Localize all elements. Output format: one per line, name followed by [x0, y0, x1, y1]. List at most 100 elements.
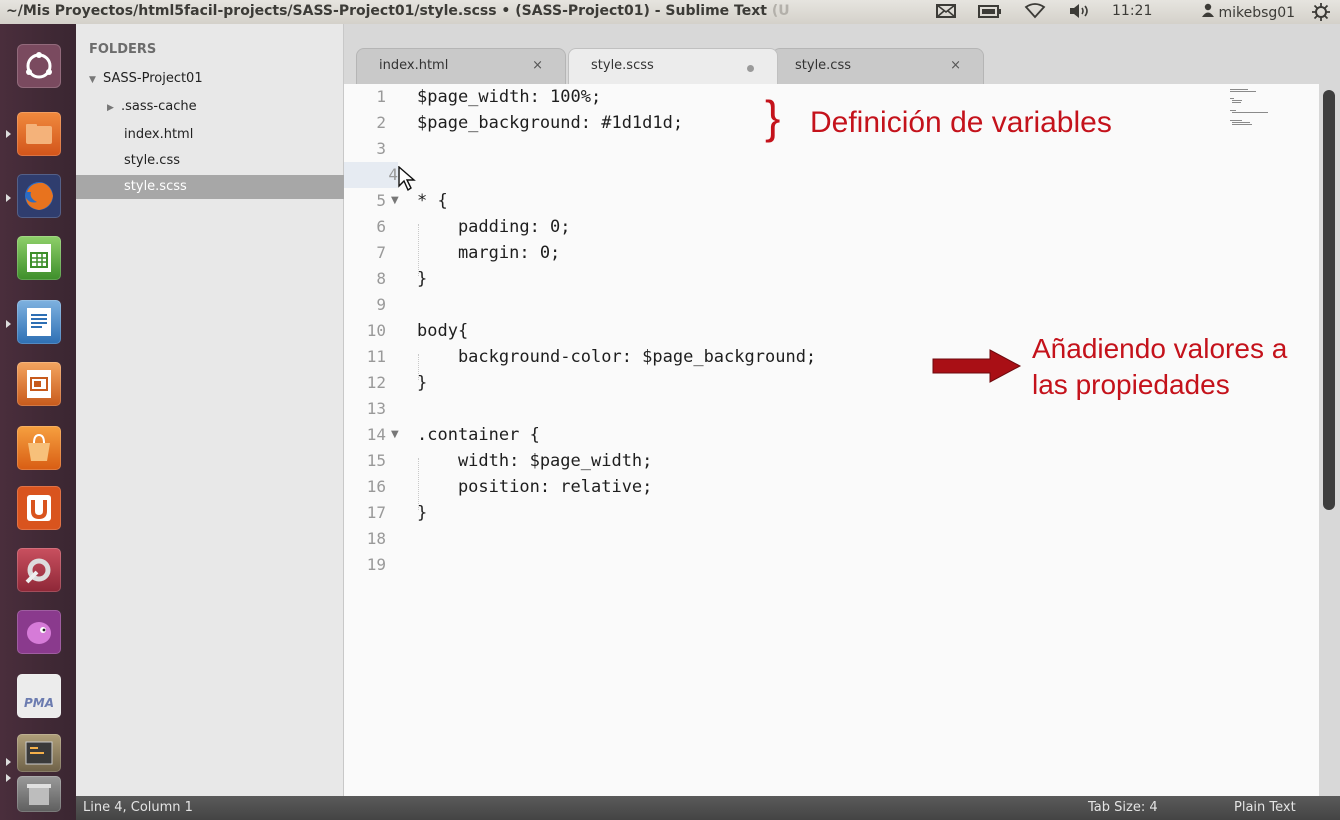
phpmyadmin-label: PMA	[23, 696, 55, 710]
tab-size-selector[interactable]: Tab Size: 4	[1088, 800, 1158, 815]
dash-icon[interactable]	[17, 44, 61, 88]
close-icon[interactable]: ×	[532, 58, 543, 73]
tree-item-index-html[interactable]: index.html	[76, 123, 344, 147]
code-line: margin: 0;	[417, 243, 561, 263]
line-number: 18	[366, 529, 386, 548]
user-name: mikebsg01	[1218, 5, 1296, 21]
sidebar: FOLDERS ▼ SASS-Project01 ▶ .sass-cache ind…	[76, 24, 344, 796]
folders-header: FOLDERS	[89, 42, 157, 57]
expanded-arrow-icon: ▼	[89, 75, 96, 85]
running-indicator	[6, 194, 11, 202]
tab-style-css[interactable]: style.css ×	[772, 48, 984, 84]
wifi-icon[interactable]	[1024, 3, 1046, 23]
annotation-values-line2: las propiedades	[1032, 369, 1230, 400]
tree-item-label: .sass-cache	[121, 99, 197, 114]
code-line: width: $page_width;	[417, 451, 653, 471]
firefox-icon[interactable]	[17, 174, 61, 218]
window-title: ~/Mis Proyectos/html5facil-projects/SASS…	[6, 3, 790, 19]
indent-guide	[418, 458, 419, 510]
annotation-values-line1: Añadiendo valores a	[1032, 333, 1288, 364]
collapsed-arrow-icon: ▶	[107, 103, 114, 113]
calc-icon[interactable]	[17, 236, 61, 280]
code-line: .container {	[417, 425, 540, 445]
project-name: SASS-Project01	[103, 71, 203, 86]
annotation-variables: Definición de variables	[810, 106, 1112, 139]
workspace-switcher-icon[interactable]	[17, 734, 61, 772]
line-number: 9	[376, 295, 386, 314]
running-indicator	[6, 774, 11, 782]
tree-item-label: index.html	[124, 127, 194, 142]
indent-guide	[418, 354, 419, 380]
status-bar: Line 4, Column 1 Tab Size: 4 Plain Text	[76, 796, 1340, 820]
code-line: padding: 0;	[417, 217, 571, 237]
fold-arrow-icon[interactable]: ▼	[391, 195, 399, 206]
impress-icon[interactable]	[17, 362, 61, 406]
line-number: 14	[366, 425, 386, 444]
writer-icon[interactable]	[17, 300, 61, 344]
user-menu[interactable]: mikebsg01	[1202, 3, 1295, 21]
system-settings-icon[interactable]	[17, 548, 61, 592]
pidgin-icon[interactable]	[17, 610, 61, 654]
line-number: 7	[376, 243, 386, 262]
launcher: PMA	[0, 24, 76, 820]
top-panel: ~/Mis Proyectos/html5facil-projects/SASS…	[0, 0, 1340, 24]
minimap[interactable]	[1230, 88, 1292, 148]
line-number: 15	[366, 451, 386, 470]
tab-label: style.scss	[591, 58, 654, 73]
power-icon[interactable]	[1312, 3, 1330, 25]
tree-project-folder[interactable]: ▼ SASS-Project01	[76, 67, 344, 91]
tree-item-style-scss[interactable]: style.scss	[76, 175, 344, 199]
tree-item-sass-cache[interactable]: ▶ .sass-cache	[76, 95, 344, 119]
tab-style-scss[interactable]: style.scss	[568, 48, 778, 84]
ubuntu-one-icon[interactable]	[17, 486, 61, 530]
line-number: 19	[366, 555, 386, 574]
volume-icon[interactable]	[1068, 3, 1092, 23]
user-icon	[1202, 3, 1214, 17]
tab-index-html[interactable]: index.html ×	[356, 48, 566, 84]
line-number: 13	[366, 399, 386, 418]
arrow-icon	[932, 349, 1022, 383]
code-editor[interactable]: 1 2 3 4 5 ▼ 6 7 8 9 10 11 12 13 14 ▼ 15 16 17 18 19 $page_wi…	[344, 84, 1319, 796]
close-icon[interactable]: ×	[950, 58, 961, 73]
tree-item-style-css[interactable]: style.css	[76, 149, 344, 173]
software-center-icon[interactable]	[17, 426, 61, 470]
vertical-scrollbar[interactable]	[1319, 84, 1340, 796]
phpmyadmin-icon[interactable]: PMA	[17, 674, 61, 718]
trash-icon[interactable]	[17, 776, 61, 812]
tree-item-label: style.scss	[124, 179, 187, 194]
tab-label: index.html	[379, 58, 449, 73]
unsaved-dot-icon[interactable]	[747, 65, 754, 72]
tree-item-label: style.css	[124, 153, 180, 168]
line-number: 12	[366, 373, 386, 392]
tab-bar: index.html × style.css × style.scss	[344, 24, 1340, 84]
window-title-text: ~/Mis Proyectos/html5facil-projects/SASS…	[6, 3, 767, 19]
mail-icon[interactable]	[936, 3, 956, 23]
running-indicator	[6, 758, 11, 766]
code-line: $page_background: #1d1d1d;	[417, 113, 684, 133]
syntax-selector[interactable]: Plain Text	[1234, 800, 1296, 815]
line-number-gutter: 1 2 3 4 5 ▼ 6 7 8 9 10 11 12 13 14 ▼ 15 16 17 18 19	[344, 84, 404, 796]
code-line: $page_width: 100%;	[417, 87, 602, 107]
scrollbar-thumb[interactable]	[1323, 90, 1335, 510]
cursor-position: Line 4, Column 1	[83, 800, 193, 815]
code-line: body{	[417, 321, 469, 341]
line-number: 10	[366, 321, 386, 340]
fold-arrow-icon[interactable]: ▼	[391, 429, 399, 440]
indent-guide	[418, 224, 419, 276]
line-number: 8	[376, 269, 386, 288]
files-icon[interactable]	[17, 112, 61, 156]
line-number: 16	[366, 477, 386, 496]
line-number: 4	[344, 162, 398, 188]
mouse-cursor-icon	[398, 166, 416, 192]
code-line: background-color: $page_background;	[417, 347, 817, 367]
annotation-brace: }	[765, 91, 781, 143]
window-title-overflow: (U	[771, 3, 790, 19]
line-number: 3	[376, 139, 386, 158]
line-number: 6	[376, 217, 386, 236]
line-number: 1	[376, 87, 386, 106]
battery-icon[interactable]	[978, 3, 1002, 23]
running-indicator	[6, 130, 11, 138]
line-number: 17	[366, 503, 386, 522]
line-number: 11	[366, 347, 386, 366]
clock[interactable]: 11:21	[1112, 3, 1152, 19]
